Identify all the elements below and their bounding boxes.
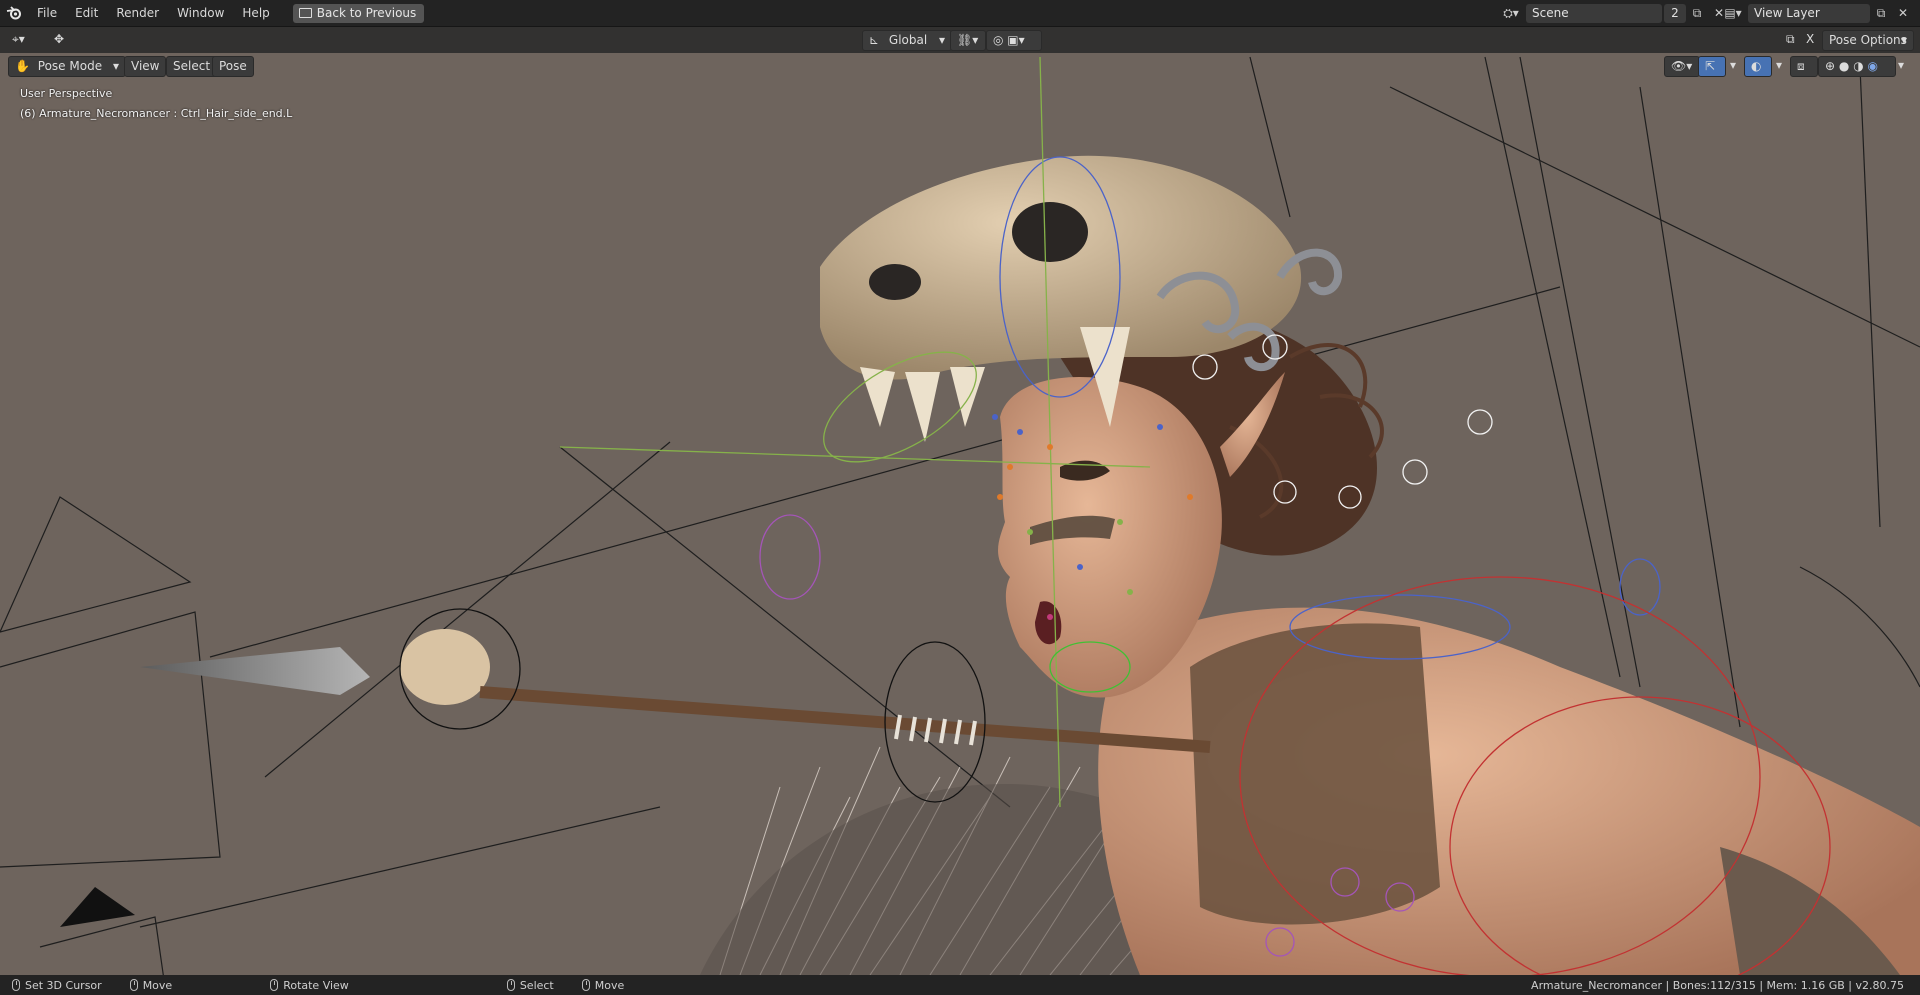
- chevron-down-icon: ▾: [1900, 33, 1907, 47]
- overlay-dropdown-icon[interactable]: ▾: [1770, 56, 1790, 75]
- pose-mode-icon: ✋: [15, 59, 30, 73]
- view-menu[interactable]: View: [124, 56, 167, 77]
- pose-options-label: Pose Options: [1829, 33, 1907, 47]
- x-mirror-toggle[interactable]: X: [1800, 30, 1822, 49]
- pose-options-dropdown[interactable]: Pose Options ▾: [1822, 30, 1914, 51]
- scene-icon[interactable]: ⛭▾: [1500, 4, 1522, 23]
- transform-orientation-dropdown[interactable]: ⊾ Global ▾: [862, 30, 952, 51]
- viewport-scene: [0, 56, 1920, 975]
- tool-header: ✋ Pose Mode ▾ View Select Pose 👁▾ ⇱ ▾ ◐ …: [0, 53, 1920, 78]
- menu-window[interactable]: Window: [168, 0, 233, 26]
- menu-edit[interactable]: Edit: [66, 0, 107, 26]
- snap-icon[interactable]: ◎ ▣▾: [986, 30, 1042, 51]
- back-to-previous-label: Back to Previous: [316, 5, 417, 20]
- hint-set-cursor: Set 3D Cursor: [12, 979, 102, 992]
- hint-select: Select: [506, 978, 554, 992]
- local-view-icon[interactable]: ⧉: [1780, 30, 1802, 49]
- mouse-middle-icon: [129, 979, 138, 991]
- gizmo-dropdown-icon[interactable]: ▾: [1724, 56, 1744, 75]
- spear-shaft: [479, 686, 1211, 753]
- perspective-label: User Perspective: [20, 87, 113, 100]
- mode-dropdown[interactable]: ✋ Pose Mode ▾: [8, 56, 126, 77]
- hint-set-cursor-label: Set 3D Cursor: [25, 978, 102, 992]
- blender-logo-icon[interactable]: [0, 0, 28, 26]
- hint-move: Move: [129, 978, 173, 992]
- hint-select-label: Select: [519, 978, 554, 992]
- solid-shading-icon[interactable]: ●: [1839, 59, 1849, 73]
- top-bar: File Edit Render Window Help Back to Pre…: [0, 0, 1920, 27]
- delete-view-layer-icon[interactable]: ✕: [1892, 4, 1914, 23]
- visibility-icon[interactable]: 👁▾: [1664, 56, 1700, 77]
- overlay-icon[interactable]: ◐: [1744, 56, 1772, 77]
- transform-orientation-label: Global: [888, 33, 928, 47]
- pose-menu[interactable]: Pose: [212, 56, 254, 77]
- menu-file[interactable]: File: [28, 0, 66, 26]
- mouse-drag-icon: [581, 979, 590, 991]
- mode-label: Pose Mode: [37, 59, 103, 73]
- menu-help[interactable]: Help: [233, 0, 278, 26]
- active-object-label: (6) Armature_Necromancer : Ctrl_Hair_sid…: [20, 107, 293, 120]
- viewport-header: ⌖▾ ✥ ⊾ Global ▾ ⛓▾ ◎ ▣▾ ⧉ X Pose Options…: [0, 27, 1920, 53]
- back-to-previous-button[interactable]: Back to Previous: [292, 3, 425, 23]
- status-bar: Set 3D Cursor Move Rotate View Select Mo…: [0, 975, 1920, 995]
- transform-tool-icon[interactable]: ✥: [52, 30, 74, 49]
- spear-tip: [140, 647, 370, 695]
- orientation-icon: ⊾: [869, 33, 880, 47]
- character-top: [1190, 623, 1440, 925]
- mouse-left-icon: [12, 979, 20, 991]
- new-scene-icon[interactable]: ⧉: [1686, 4, 1708, 23]
- rendered-shading-icon[interactable]: ◉: [1868, 59, 1878, 73]
- scene-name-field[interactable]: Scene: [1526, 3, 1662, 23]
- menu-render[interactable]: Render: [107, 0, 168, 26]
- hint-move-label: Move: [142, 978, 173, 992]
- select-menu[interactable]: Select: [166, 56, 218, 77]
- hint-move-secondary-label: Move: [594, 978, 625, 992]
- chevron-down-icon: ▾: [112, 59, 119, 73]
- spear-skull: [400, 629, 490, 705]
- view-layer-field[interactable]: View Layer: [1748, 3, 1870, 23]
- scene-users-count: 2: [1664, 3, 1686, 23]
- scene-selector: ⛭▾ Scene 2 ⧉ ✕: [1500, 3, 1730, 23]
- light-gizmo-icon: [60, 887, 135, 927]
- new-view-layer-icon[interactable]: ⧉: [1870, 4, 1892, 23]
- shading-modes: ⊕ ● ◑ ◉: [1818, 56, 1896, 77]
- editor-type-icon[interactable]: ⌖▾: [8, 30, 44, 49]
- chevron-down-icon: ▾: [938, 33, 945, 47]
- screen-icon: [298, 8, 312, 18]
- hint-rotate: Rotate View: [270, 979, 349, 992]
- xray-icon[interactable]: ⧈: [1790, 56, 1818, 77]
- 3d-viewport[interactable]: ⌖▾ ✥ ⊾ Global ▾ ⛓▾ ◎ ▣▾ ⧉ X Pose Options…: [0, 27, 1920, 975]
- gizmo-icon[interactable]: ⇱: [1698, 56, 1726, 77]
- material-shading-icon[interactable]: ◑: [1853, 59, 1863, 73]
- hint-move-secondary: Move: [581, 978, 625, 992]
- wireframe-shading-icon[interactable]: ⊕: [1825, 59, 1835, 73]
- mouse-right-icon: [270, 979, 279, 991]
- pivot-icon[interactable]: ⛓▾: [950, 30, 986, 51]
- mouse-left-icon: [506, 979, 515, 991]
- view-layer-selector: ▤▾ View Layer ⧉ ✕: [1722, 3, 1914, 23]
- scene-statistics: Armature_Necromancer | Bones:112/315 | M…: [1531, 978, 1904, 992]
- view-layer-icon[interactable]: ▤▾: [1722, 4, 1744, 23]
- shading-dropdown-icon[interactable]: ▾: [1892, 56, 1912, 75]
- hint-rotate-label: Rotate View: [283, 978, 349, 992]
